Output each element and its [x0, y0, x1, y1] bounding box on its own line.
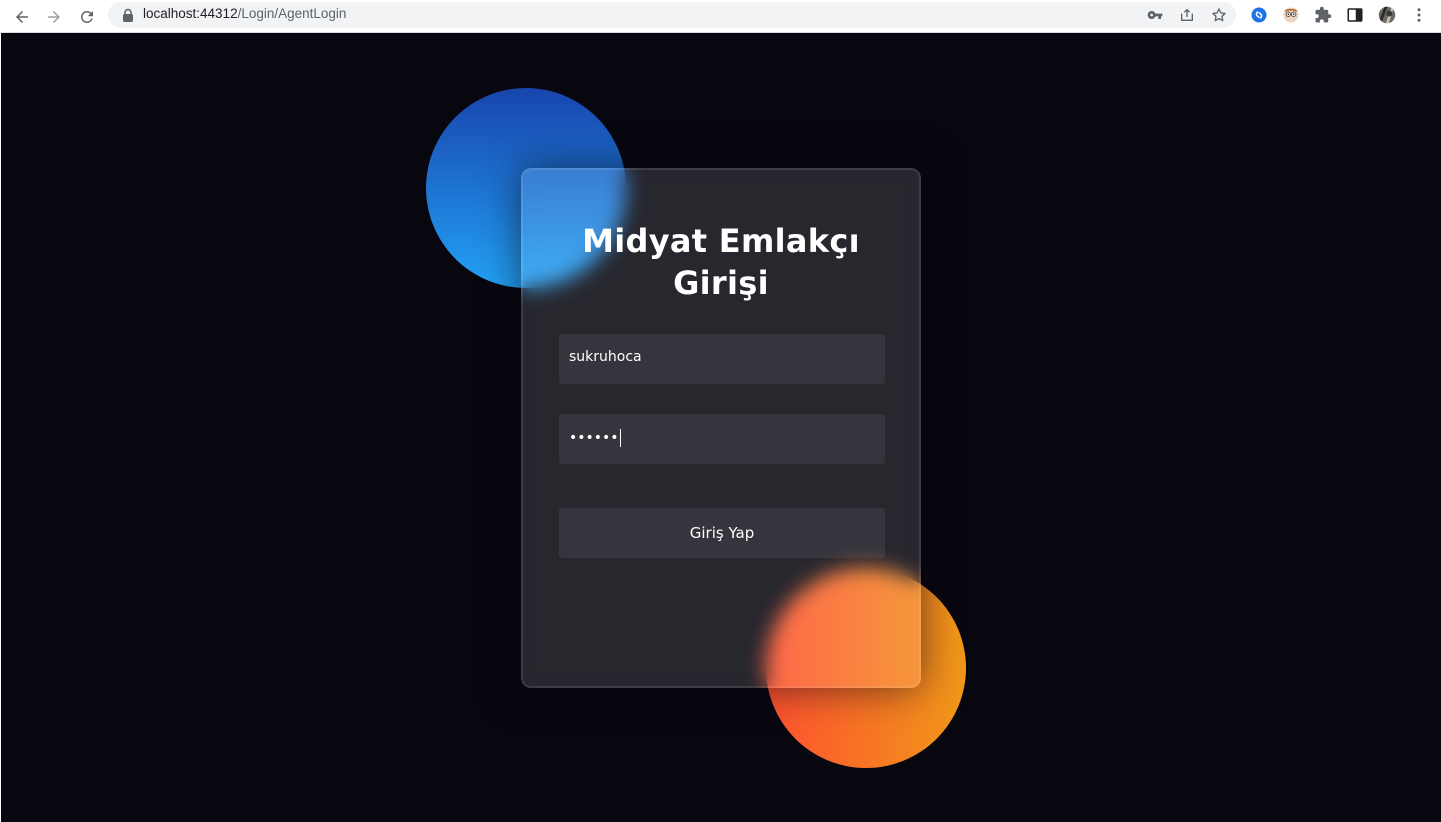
reload-icon — [80, 10, 93, 23]
side-panel-icon[interactable] — [1344, 4, 1366, 26]
reload-button[interactable] — [74, 4, 100, 30]
login-title: Midyat Emlakçı Girişi — [523, 220, 919, 304]
url-text[interactable]: localhost:44312/Login/AgentLogin — [143, 6, 346, 21]
arrow-left-icon — [16, 11, 28, 23]
arrow-right-icon — [48, 11, 60, 23]
login-page: Midyat Emlakçı Girişi sukruhoca •••••• G… — [1, 33, 1441, 822]
star-icon[interactable] — [1209, 5, 1229, 25]
login-title-line2: Girişi — [673, 264, 769, 302]
key-icon[interactable] — [1145, 5, 1165, 25]
share-icon[interactable] — [1177, 5, 1197, 25]
password-value: •••••• — [569, 429, 621, 447]
lock-icon — [123, 8, 133, 22]
url-path: /Login/AgentLogin — [237, 6, 347, 21]
url-host: localhost:44312 — [143, 6, 238, 21]
login-button[interactable]: Giriş Yap — [559, 508, 885, 558]
login-form: Midyat Emlakçı Girişi sukruhoca •••••• G… — [521, 168, 921, 688]
password-dots: •••••• — [569, 430, 619, 446]
extensions-puzzle-icon[interactable] — [1312, 4, 1334, 26]
address-bar[interactable]: localhost:44312/Login/AgentLogin — [108, 2, 1236, 28]
back-button[interactable] — [9, 4, 35, 30]
browser-toolbar: localhost:44312/Login/AgentLogin — [0, 0, 1441, 33]
username-input[interactable]: sukruhoca — [559, 334, 885, 384]
shazam-extension-icon[interactable] — [1248, 4, 1270, 26]
face-extension-icon[interactable] — [1280, 4, 1302, 26]
forward-button[interactable] — [41, 4, 67, 30]
password-input[interactable]: •••••• — [559, 414, 885, 464]
profile-avatar[interactable] — [1376, 4, 1398, 26]
username-value: sukruhoca — [569, 349, 642, 365]
text-caret — [619, 429, 621, 447]
kebab-menu-icon[interactable] — [1408, 4, 1430, 26]
login-title-line1: Midyat Emlakçı — [582, 222, 860, 260]
